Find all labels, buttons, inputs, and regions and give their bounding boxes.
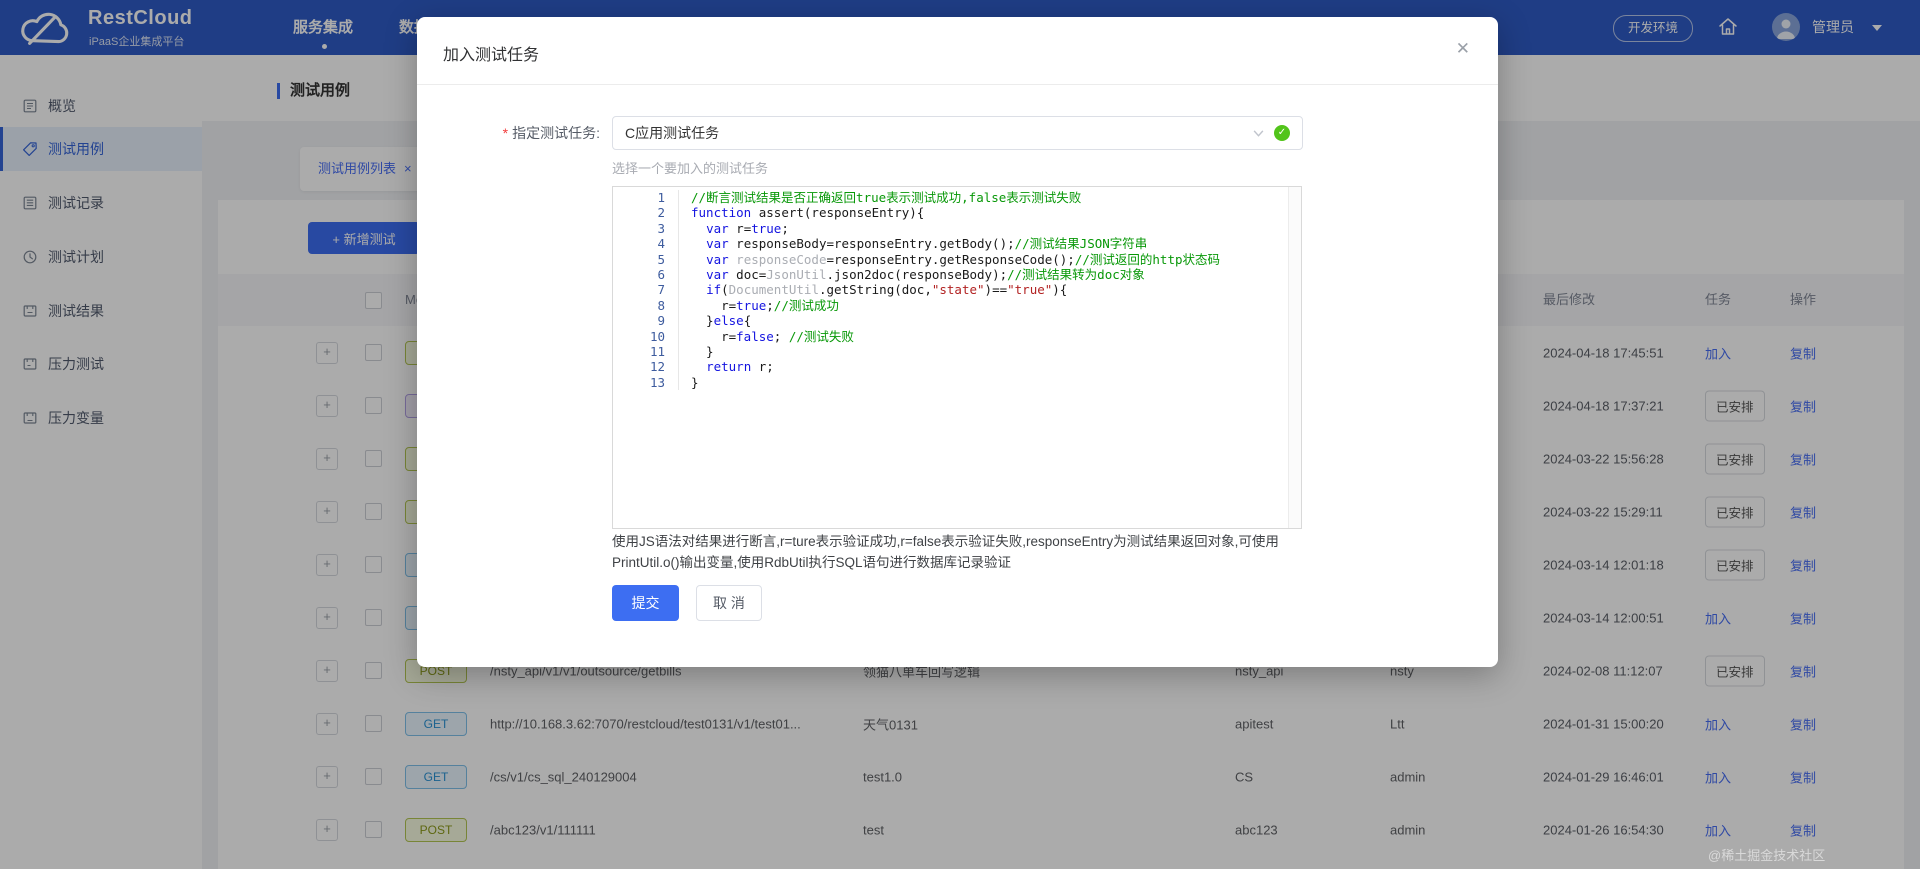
line-number: 12: [613, 359, 679, 375]
task-select-value: C应用测试任务: [625, 125, 720, 141]
code-line: 10 r=false; //测试失败: [613, 328, 1288, 344]
submit-button[interactable]: 提交: [612, 585, 679, 621]
code-line: 9 }else{: [613, 313, 1288, 329]
line-number: 11: [613, 343, 679, 360]
modal-close-icon[interactable]: ✕: [1456, 39, 1470, 59]
line-number: 2: [613, 205, 679, 221]
select-valid-check-icon: ✓: [1274, 125, 1290, 141]
code-line: 4 var responseBody=responseEntry.getBody…: [613, 236, 1288, 252]
code-text: r=false; //测试失败: [691, 328, 854, 344]
code-text: }: [691, 374, 699, 390]
code-line: 13}: [613, 374, 1288, 391]
task-field-label: * 指定测试任务:: [502, 125, 600, 141]
code-text: if(DocumentUtil.getString(doc,"state")==…: [706, 282, 1068, 298]
code-line: 1 //断言测试结果是否正确返回true表示测试成功,false表示测试失败: [613, 190, 1288, 206]
line-number: 13: [613, 374, 679, 391]
code-line: 8 r=true;//测试成功: [613, 297, 1288, 314]
line-number: 5: [613, 251, 679, 267]
code-text: var responseBody=responseEntry.getBody()…: [706, 236, 1148, 252]
code-line: 3 var r=true;: [613, 220, 1288, 237]
line-number: 6: [613, 266, 679, 283]
code-text: var doc=JsonUtil.json2doc(responseBody);…: [706, 266, 1145, 282]
code-text: var responseCode=responseEntry.getRespon…: [706, 251, 1220, 267]
code-line: 6 var doc=JsonUtil.json2doc(responseBody…: [613, 266, 1288, 283]
code-text: //断言测试结果是否正确返回true表示测试成功,false表示测试失败: [691, 190, 1082, 205]
line-number: 10: [613, 328, 679, 344]
watermark: @稀土掘金技术社区: [1708, 848, 1826, 863]
editor-scrollbar[interactable]: [1288, 187, 1301, 528]
line-number: 7: [613, 282, 679, 298]
code-line: 11 }: [613, 343, 1288, 360]
line-number: 1: [613, 190, 679, 206]
code-text: }: [691, 343, 714, 359]
task-select[interactable]: C应用测试任务 ✓: [612, 116, 1303, 150]
join-test-task-modal: 加入测试任务 ✕ * 指定测试任务: C应用测试任务 ✓ 选择一个要加入的测试任务…: [417, 17, 1498, 667]
assert-script-editor[interactable]: 1 //断言测试结果是否正确返回true表示测试成功,false表示测试失败 2 fu…: [612, 186, 1302, 529]
code-line: 2 function assert(responseEntry){: [613, 205, 1288, 221]
app-root: RestCloud iPaaS企业集成平台 服务集成数据集成 开发环境 管理员 …: [0, 0, 1920, 869]
code-text: return r;: [706, 359, 774, 375]
code-text: function assert(responseEntry){: [691, 205, 925, 221]
task-select-hint: 选择一个要加入的测试任务: [612, 161, 769, 176]
line-number: 4: [613, 236, 679, 252]
code-text: }else{: [691, 313, 752, 329]
code-text: r=true;//测试成功: [691, 297, 839, 313]
line-number: 8: [613, 297, 679, 314]
chevron-down-icon: [1253, 130, 1264, 139]
cancel-button[interactable]: 取 消: [696, 585, 762, 621]
editor-note-line1: 使用JS语法对结果进行断言,r=ture表示验证成功,r=false表示验证失败…: [612, 534, 1279, 549]
line-number: 3: [613, 220, 679, 237]
modal-title-divider: [417, 84, 1498, 85]
code-text: var r=true;: [706, 220, 789, 236]
code-line: 12 return r;: [613, 359, 1288, 375]
modal-title: 加入测试任务: [443, 47, 540, 64]
code-line: 7 if(DocumentUtil.getString(doc,"state")…: [613, 282, 1288, 298]
required-mark: *: [502, 125, 509, 141]
code-line: 5 var responseCode=responseEntry.getResp…: [613, 251, 1288, 267]
line-number: 9: [613, 313, 679, 329]
editor-note-line2: PrintUtil.o()输出变量,使用RdbUtil执行SQL语句进行数据库记…: [612, 555, 1012, 570]
